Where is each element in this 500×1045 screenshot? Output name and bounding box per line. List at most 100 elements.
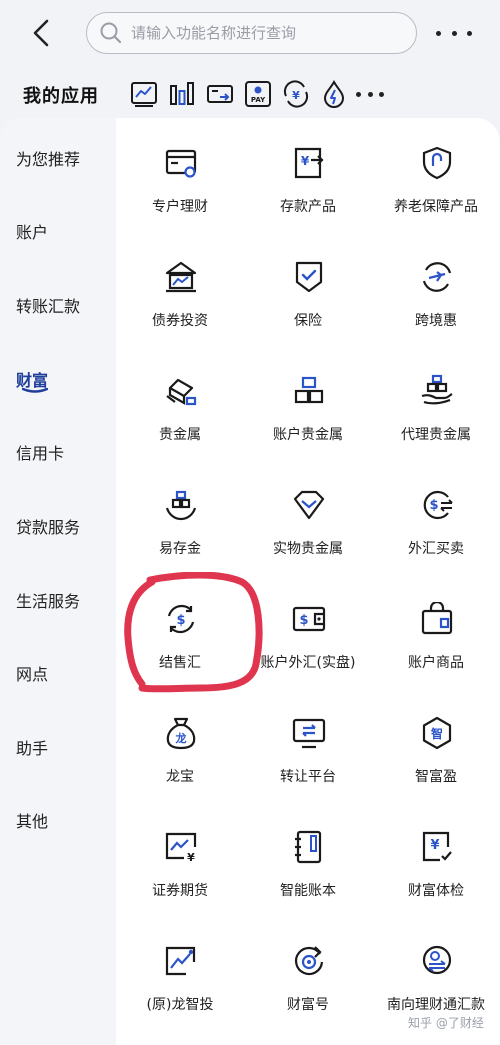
svg-text:PAY: PAY — [251, 96, 266, 104]
search-input[interactable] — [131, 24, 391, 42]
grid-item-easy-gold[interactable]: 易存金 — [116, 460, 244, 574]
sidebar-item-recommend[interactable]: 为您推荐 — [16, 146, 112, 176]
grid-item-label: 贵金属 — [159, 427, 201, 443]
grid-item-bond-investment[interactable]: 债券投资 — [116, 232, 244, 346]
category-sidebar: 为您推荐 账户 转账汇款 财富 信用卡 贷款服务 生活服务 网点 助手 其他 — [0, 118, 116, 1045]
dot — [379, 92, 384, 97]
smart-ledger-icon — [295, 830, 322, 864]
grid-item-cross-border[interactable]: 跨境惠 — [372, 232, 500, 346]
grid-item-fx-settlement[interactable]: $ 结售汇 — [116, 574, 244, 688]
pay-icon[interactable]: PAY — [244, 80, 272, 108]
grid-item-label: 存款产品 — [280, 199, 336, 215]
svg-text:龙: 龙 — [175, 731, 187, 745]
bar-chart-icon[interactable] — [168, 80, 196, 108]
chart-line-icon[interactable] — [130, 80, 158, 108]
watermark-text: 知乎 @了财经 — [408, 1016, 484, 1030]
dot — [356, 92, 361, 97]
svg-text:¥: ¥ — [187, 851, 195, 864]
svg-text:¥: ¥ — [301, 154, 310, 168]
grid-item-account-commodity[interactable]: 账户商品 — [372, 574, 500, 688]
precious-metal-icon — [166, 378, 197, 406]
sidebar-item-loan[interactable]: 贷款服务 — [16, 514, 112, 544]
svg-text:¥: ¥ — [430, 838, 439, 853]
sidebar-item-account[interactable]: 账户 — [16, 219, 112, 249]
grid-item-transfer-platform[interactable]: 转让平台 — [244, 688, 372, 802]
svg-text:$: $ — [429, 498, 438, 513]
agency-gold-icon — [421, 374, 453, 405]
grid-item-label: 智富盈 — [415, 769, 457, 785]
insurance-shield-icon — [295, 261, 323, 293]
more-options-button[interactable] — [436, 28, 472, 38]
active-indicator — [22, 388, 48, 393]
wisdom-badge-icon: 智 — [422, 716, 452, 750]
grid-item-smart-ledger[interactable]: 智能账本 — [244, 802, 372, 916]
currency-exchange-icon[interactable]: ¥ — [282, 80, 310, 108]
grid-item-forex-trade[interactable]: $ 外汇买卖 — [372, 460, 500, 574]
function-grid: 专户理财 ¥ 存款产品 养老保障产品 债券投资 保险 跨境惠 贵金属 账户贵金属… — [116, 118, 500, 1045]
sidebar-item-other[interactable]: 其他 — [16, 808, 112, 838]
bond-building-icon — [165, 261, 197, 293]
southbound-remit-icon — [422, 945, 452, 975]
grid-item-label: 南向理财通汇款 — [387, 997, 485, 1013]
main-panel: 为您推荐 账户 转账汇款 财富 信用卡 贷款服务 生活服务 网点 助手 其他 专… — [0, 118, 500, 1045]
grid-item-southbound-remit[interactable]: 南向理财通汇款 — [372, 916, 500, 1030]
grid-item-label: 债券投资 — [152, 313, 208, 329]
grid-item-label: 证券期货 — [152, 883, 208, 899]
grid-item-label: 易存金 — [159, 541, 201, 557]
grid-item-label: 实物贵金属 — [273, 541, 343, 557]
grid-item-account-gold[interactable]: 账户贵金属 — [244, 346, 372, 460]
back-button[interactable] — [26, 16, 56, 50]
flash-water-icon[interactable] — [320, 80, 348, 108]
easy-gold-icon — [165, 490, 197, 521]
securities-chart-icon: ¥ — [165, 832, 197, 864]
grid-item-label: 转让平台 — [280, 769, 336, 785]
sidebar-item-branch[interactable]: 网点 — [16, 661, 112, 691]
grid-item-long-bao[interactable]: 龙 龙宝 — [116, 688, 244, 802]
grid-item-insurance[interactable]: 保险 — [244, 232, 372, 346]
transfer-platform-icon — [292, 718, 326, 749]
grid-item-dedicated-wealth[interactable]: 专户理财 — [116, 118, 244, 232]
pension-shield-icon — [422, 146, 452, 180]
my-apps-title: 我的应用 — [23, 86, 99, 107]
sidebar-item-credit-card[interactable]: 信用卡 — [16, 440, 112, 470]
diamond-icon — [293, 490, 325, 520]
grid-item-label: 财富体检 — [408, 883, 464, 899]
grid-item-label: 跨境惠 — [415, 313, 457, 329]
svg-text:$: $ — [176, 613, 185, 628]
account-gold-icon — [294, 376, 324, 404]
search-icon — [100, 22, 122, 44]
grid-item-securities-futures[interactable]: ¥ 证券期货 — [116, 802, 244, 916]
grid-item-label: 账户外汇(实盘) — [260, 655, 356, 671]
grid-item-label: 外汇买卖 — [408, 541, 464, 557]
grid-item-label: 账户贵金属 — [273, 427, 343, 443]
commodity-bag-icon — [421, 602, 453, 635]
grid-item-label: 财富号 — [287, 997, 329, 1013]
svg-text:智: 智 — [430, 726, 443, 741]
dot — [467, 30, 472, 36]
sidebar-item-life[interactable]: 生活服务 — [16, 588, 112, 618]
apps-more-button[interactable] — [356, 92, 384, 98]
sidebar-item-transfer[interactable]: 转账汇款 — [16, 293, 112, 323]
grid-item-precious-metal[interactable]: 贵金属 — [116, 346, 244, 460]
forex-trade-icon: $ — [423, 490, 453, 520]
search-box[interactable] — [86, 12, 417, 54]
grid-item-account-forex[interactable]: $ 账户外汇(实盘) — [244, 574, 372, 688]
robo-invest-icon — [165, 946, 196, 976]
card-transfer-icon[interactable] — [206, 80, 234, 108]
grid-item-label: 养老保障产品 — [394, 199, 478, 215]
grid-item-wealth-account[interactable]: 财富号 — [244, 916, 372, 1030]
grid-item-deposit-products[interactable]: ¥ 存款产品 — [244, 118, 372, 232]
grid-item-wealth-checkup[interactable]: ¥ 财富体检 — [372, 802, 500, 916]
deposit-yen-icon: ¥ — [294, 147, 324, 179]
wallet-dollar-icon: $ — [292, 606, 326, 632]
sidebar-item-assistant[interactable]: 助手 — [16, 735, 112, 765]
grid-item-robo-invest[interactable]: (原)龙智投 — [116, 916, 244, 1030]
top-bar — [0, 0, 500, 66]
grid-item-agency-gold[interactable]: 代理贵金属 — [372, 346, 500, 460]
wealth-checkup-icon: ¥ — [422, 831, 452, 862]
dot — [367, 92, 373, 97]
grid-item-pension-products[interactable]: 养老保障产品 — [372, 118, 500, 232]
dragon-bag-icon: 龙 — [166, 717, 196, 750]
grid-item-zhi-fu-ying[interactable]: 智 智富盈 — [372, 688, 500, 802]
grid-item-physical-gold[interactable]: 实物贵金属 — [244, 460, 372, 574]
